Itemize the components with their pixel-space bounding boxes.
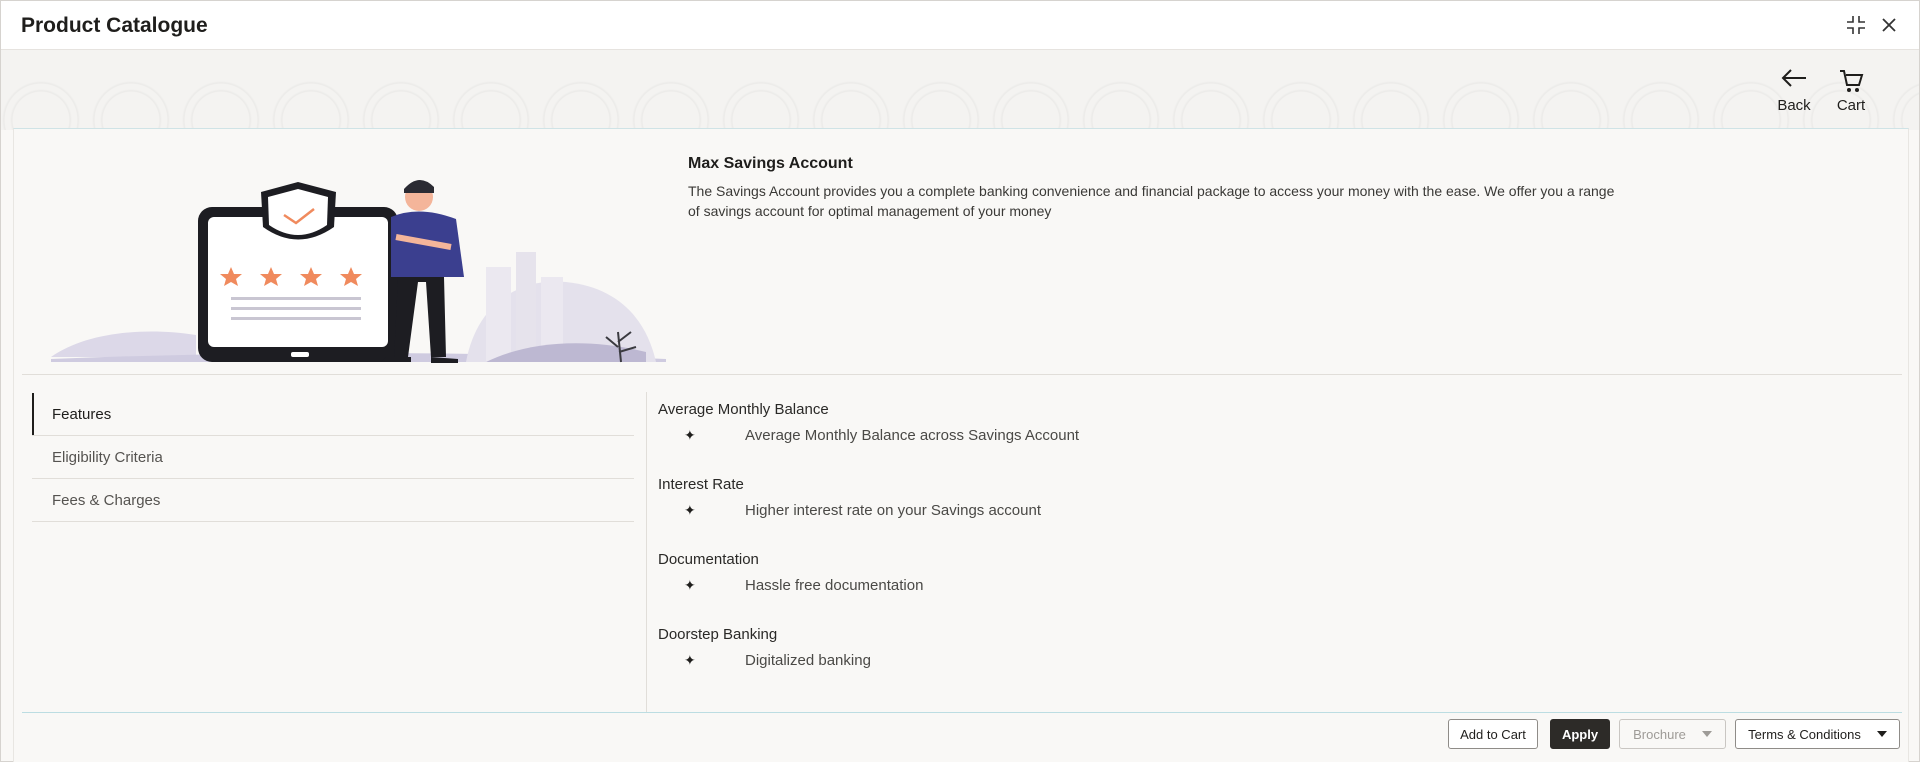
terms-label: Terms & Conditions (1748, 726, 1861, 742)
sparkle-bullet-icon: ✦ (684, 427, 696, 443)
sparkle-bullet-icon: ✦ (684, 577, 696, 593)
tab-eligibility-criteria[interactable]: Eligibility Criteria (32, 436, 634, 479)
brochure-dropdown[interactable]: Brochure (1619, 719, 1726, 749)
sparkle-bullet-icon: ✦ (684, 502, 696, 518)
product-description: The Savings Account provides you a compl… (688, 183, 1615, 219)
savings-illustration (51, 179, 666, 363)
feature-item: Interest Rate ✦ Higher interest rate on … (658, 476, 1858, 551)
close-icon[interactable] (1877, 13, 1901, 37)
chevron-down-icon (1876, 731, 1887, 737)
tab-content-divider (646, 392, 647, 712)
feature-item: Documentation ✦ Hassle free documentatio… (658, 551, 1858, 626)
back-button[interactable]: Back (1769, 67, 1819, 114)
feature-heading: Doorstep Banking (658, 626, 778, 643)
tab-features[interactable]: Features (32, 393, 634, 436)
feature-detail: Average Monthly Balance across Savings A… (745, 427, 1080, 444)
feature-detail: Higher interest rate on your Savings acc… (745, 502, 1041, 519)
terms-conditions-dropdown[interactable]: Terms & Conditions (1735, 719, 1900, 749)
tab-fees-charges[interactable]: Fees & Charges (32, 479, 634, 522)
feature-detail: Hassle free documentation (745, 577, 924, 594)
sparkle-bullet-icon: ✦ (684, 652, 696, 668)
collapse-icon[interactable] (1844, 13, 1868, 37)
add-to-cart-button[interactable]: Add to Cart (1448, 719, 1538, 749)
product-card: Max Savings Account The Savings Account … (13, 128, 1909, 762)
brochure-label: Brochure (1633, 726, 1686, 742)
feature-item: Average Monthly Balance ✦ Average Monthl… (658, 401, 1858, 476)
dialog-title: Product Catalogue (21, 14, 208, 37)
section-divider (22, 374, 1902, 375)
feature-heading: Documentation (658, 551, 759, 568)
titlebar: Product Catalogue (1, 1, 1919, 50)
features-list: Average Monthly Balance ✦ Average Monthl… (658, 401, 1858, 701)
feature-item: Doorstep Banking ✦ Digitalized banking (658, 626, 1858, 701)
feature-detail: Digitalized banking (745, 652, 871, 669)
decorative-pattern (1, 50, 1919, 130)
feature-heading: Interest Rate (658, 476, 744, 493)
product-catalogue-dialog: Product Catalogue Back Cart Max Savings … (0, 0, 1920, 762)
cart-button[interactable]: Cart (1826, 67, 1876, 114)
product-name: Max Savings Account (688, 155, 853, 172)
arrow-left-icon (1769, 67, 1819, 97)
feature-heading: Average Monthly Balance (658, 401, 829, 418)
chevron-down-icon (1701, 731, 1712, 737)
cart-label: Cart (1836, 97, 1866, 114)
back-label: Back (1777, 97, 1811, 114)
apply-button[interactable]: Apply (1550, 719, 1610, 749)
product-tabs: Features Eligibility Criteria Fees & Cha… (32, 393, 634, 522)
cart-icon (1826, 67, 1876, 97)
footer-divider (22, 712, 1902, 713)
